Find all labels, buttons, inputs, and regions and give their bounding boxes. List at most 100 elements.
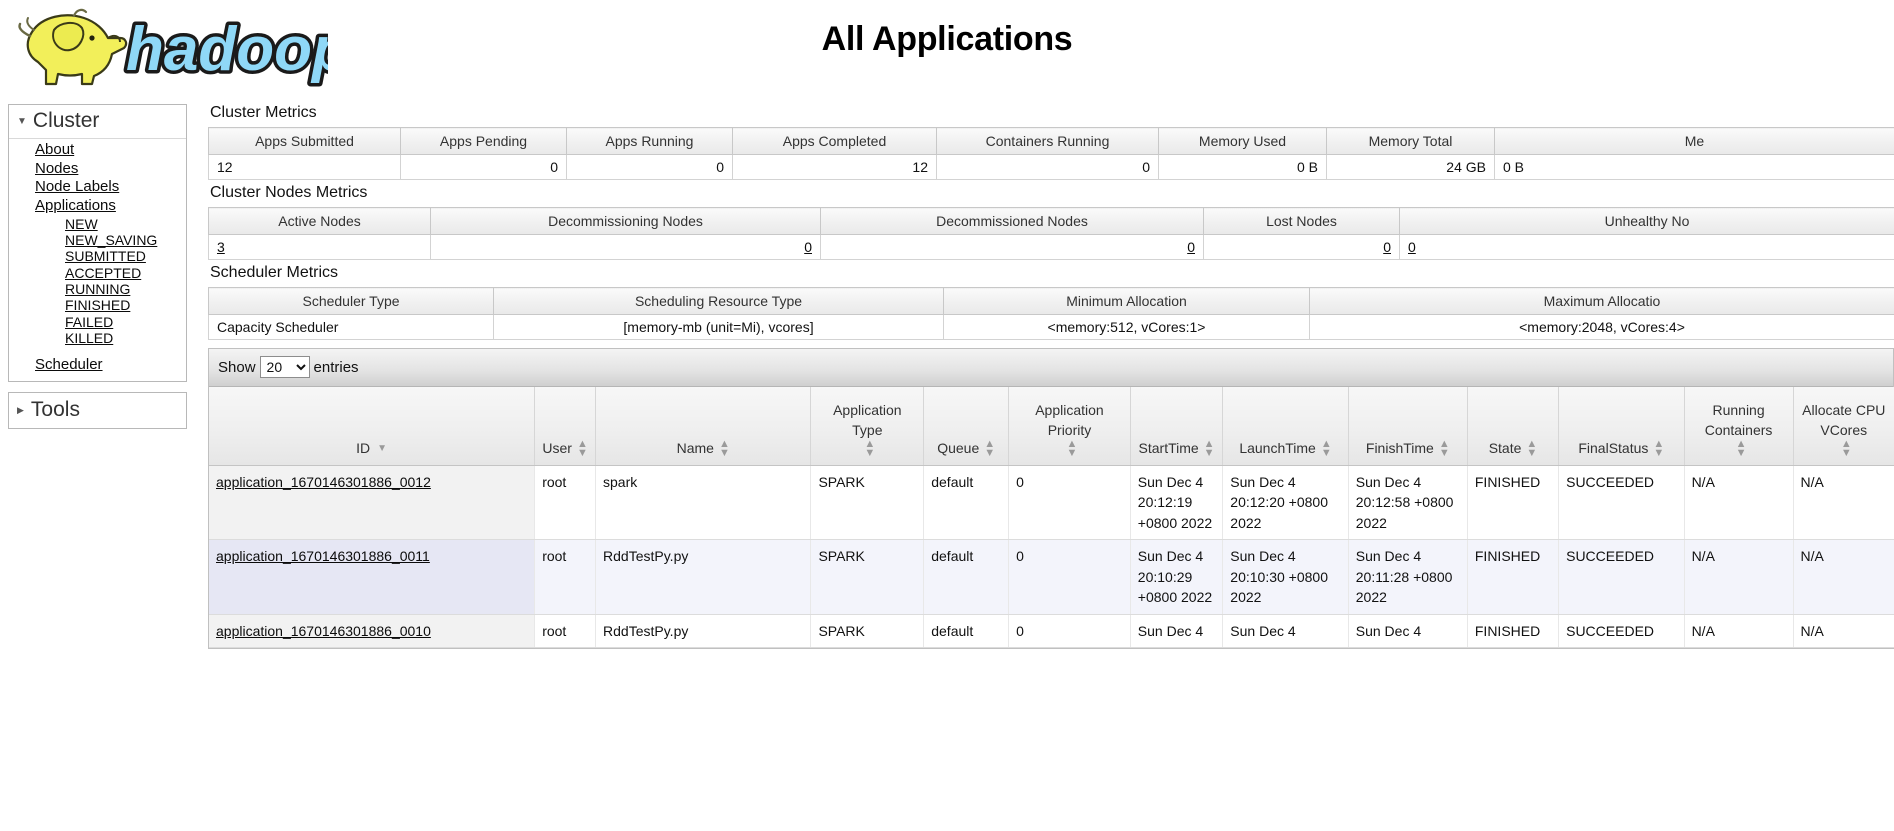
th-allocated-vcores[interactable]: Allocate CPU VCores ▲ ▼ (1793, 387, 1894, 466)
val-unhealthy-nodes[interactable]: 0 (1408, 239, 1416, 255)
sidebar-cluster-header[interactable]: ▼ Cluster (9, 105, 186, 139)
sort-both-icon[interactable]: ▲ ▼ (1439, 438, 1450, 458)
cell-running-containers: N/A (1684, 539, 1794, 615)
th-application-type-label: Application Type (833, 401, 902, 438)
val-decommissioned-nodes-cell: 0 (820, 234, 1204, 260)
val-containers-running: 0 (936, 154, 1159, 180)
col-scheduling-resource-type: Scheduling Resource Type (493, 287, 944, 315)
th-name[interactable]: Name ▲ ▼ (595, 387, 812, 466)
sort-both-icon[interactable]: ▲ ▼ (1653, 438, 1664, 458)
cell-application-priority: 0 (1008, 539, 1131, 615)
sidebar-state-accepted[interactable]: ACCEPTED (9, 265, 186, 281)
th-queue[interactable]: Queue ▲ ▼ (923, 387, 1010, 466)
sidebar-tools-header[interactable]: ▶ Tools (9, 393, 186, 428)
sort-both-icon[interactable]: ▲ ▼ (1321, 438, 1332, 458)
col-maximum-allocation-truncated: Maximum Allocatio (1309, 287, 1894, 315)
val-decommissioning-nodes-cell: 0 (430, 234, 821, 260)
sidebar-state-failed[interactable]: FAILED (9, 314, 186, 330)
nodes-metrics-value-row: 3 0 0 0 0 (208, 234, 1894, 260)
sidebar-state-running[interactable]: RUNNING (9, 281, 186, 297)
sidebar-state-killed[interactable]: KILLED (9, 330, 186, 346)
th-starttime-label: StartTime (1138, 439, 1199, 456)
cluster-nodes-metrics-table: Active Nodes Decommissioning Nodes Decom… (208, 207, 1894, 260)
cell-running-containers: N/A (1684, 465, 1794, 540)
th-finishtime[interactable]: FinishTime ▲ ▼ (1348, 387, 1468, 466)
cell-state: FINISHED (1467, 539, 1560, 615)
cluster-metrics-table: Apps Submitted Apps Pending Apps Running… (208, 127, 1894, 180)
val-active-nodes[interactable]: 3 (217, 239, 225, 255)
sidebar-state-new-saving[interactable]: NEW_SAVING (9, 232, 186, 248)
sort-both-icon[interactable]: ▲ ▼ (984, 438, 995, 458)
sidebar-item-scheduler[interactable]: Scheduler (9, 356, 186, 375)
sidebar-state-submitted[interactable]: SUBMITTED (9, 248, 186, 264)
col-lost-nodes: Lost Nodes (1203, 207, 1400, 235)
sort-both-icon[interactable]: ▲ ▼ (577, 438, 588, 458)
th-application-type[interactable]: Application Type ▲ ▼ (810, 387, 925, 466)
table-row[interactable]: application_1670146301886_0012 root spar… (209, 465, 1894, 540)
th-finalstatus-label: FinalStatus (1578, 439, 1649, 456)
sidebar-tools-label: Tools (30, 397, 80, 421)
cell-finishtime: Sun Dec 4 (1348, 614, 1468, 648)
sidebar-state-finished[interactable]: FINISHED (9, 297, 186, 313)
sort-both-icon[interactable]: ▲ ▼ (719, 438, 730, 458)
sort-both-icon[interactable]: ▲ ▼ (1204, 438, 1215, 458)
val-apps-pending: 0 (400, 154, 567, 180)
application-id-link[interactable]: application_1670146301886_0010 (216, 623, 431, 639)
cell-application-type: SPARK (810, 465, 925, 540)
scheduler-metrics-table: Scheduler Type Scheduling Resource Type … (208, 287, 1894, 340)
val-lost-nodes[interactable]: 0 (1383, 239, 1391, 255)
cell-user: root (534, 614, 597, 648)
application-id-link[interactable]: application_1670146301886_0012 (216, 474, 431, 490)
cell-finalstatus: SUCCEEDED (1558, 614, 1685, 648)
th-id-label: ID (356, 439, 371, 456)
col-memory-reserved-truncated: Me (1494, 127, 1894, 155)
table-row[interactable]: application_1670146301886_0010 root RddT… (209, 614, 1894, 648)
sort-both-icon[interactable]: ▲ ▼ (864, 438, 875, 458)
cell-user: root (534, 465, 597, 540)
val-decommissioning-nodes[interactable]: 0 (804, 239, 812, 255)
th-launchtime[interactable]: LaunchTime ▲ ▼ (1222, 387, 1349, 466)
val-scheduler-type: Capacity Scheduler (208, 314, 494, 340)
val-apps-completed: 12 (732, 154, 937, 180)
val-decommissioned-nodes[interactable]: 0 (1187, 239, 1195, 255)
val-apps-submitted: 12 (208, 154, 401, 180)
sidebar-item-applications[interactable]: Applications (9, 197, 186, 216)
sidebar-cluster-block: ▼ Cluster About Nodes Node Labels Applica… (8, 104, 187, 382)
th-application-priority[interactable]: Application Priority ▲ ▼ (1008, 387, 1131, 466)
col-minimum-allocation: Minimum Allocation (943, 287, 1310, 315)
sidebar-tools-block[interactable]: ▶ Tools (8, 391, 187, 429)
main-content: Cluster Metrics Apps Submitted Apps Pend… (208, 100, 1894, 649)
th-state[interactable]: State ▲ ▼ (1467, 387, 1560, 466)
col-active-nodes: Active Nodes (208, 207, 431, 235)
th-running-containers[interactable]: Running Containers ▲ ▼ (1684, 387, 1794, 466)
entries-per-page-select[interactable]: 20 50 100 (259, 356, 310, 378)
sidebar-item-node-labels[interactable]: Node Labels (9, 178, 186, 197)
val-maximum-allocation: <memory:2048, vCores:4> (1309, 314, 1894, 340)
th-finalstatus[interactable]: FinalStatus ▲ ▼ (1558, 387, 1685, 466)
sort-both-icon[interactable]: ▲ ▼ (1736, 438, 1747, 458)
th-starttime[interactable]: StartTime ▲ ▼ (1130, 387, 1224, 466)
triangle-down-icon[interactable]: ▼ (17, 116, 27, 127)
table-row[interactable]: application_1670146301886_0011 root RddT… (209, 539, 1894, 615)
sort-both-icon[interactable]: ▲ ▼ (1841, 438, 1852, 458)
cell-allocated-vcores: N/A (1793, 465, 1894, 540)
application-id-link[interactable]: application_1670146301886_0011 (216, 548, 430, 564)
cell-finalstatus: SUCCEEDED (1558, 465, 1685, 540)
cell-launchtime: Sun Dec 4 20:12:20 +0800 2022 (1222, 465, 1349, 540)
sort-both-icon[interactable]: ▲ ▼ (1067, 438, 1078, 458)
col-scheduler-type: Scheduler Type (208, 287, 494, 315)
col-decommissioning-nodes: Decommissioning Nodes (430, 207, 821, 235)
th-user[interactable]: User ▲ ▼ (534, 387, 597, 466)
sidebar-item-nodes[interactable]: Nodes (9, 160, 186, 179)
page-title: All Applications (821, 20, 1073, 58)
sidebar-item-about[interactable]: About (9, 141, 186, 160)
col-decommissioned-nodes: Decommissioned Nodes (820, 207, 1204, 235)
sort-desc-icon[interactable]: ▼ (377, 443, 387, 454)
triangle-right-icon[interactable]: ▶ (17, 405, 24, 416)
sidebar-state-new[interactable]: NEW (9, 216, 186, 232)
th-id[interactable]: ID ▼ (209, 387, 536, 466)
sort-both-icon[interactable]: ▲ ▼ (1526, 438, 1537, 458)
applications-panel: Show 20 50 100 entries ID ▼ (208, 348, 1894, 649)
val-scheduling-resource-type: [memory-mb (unit=Mi), vcores] (493, 314, 944, 340)
